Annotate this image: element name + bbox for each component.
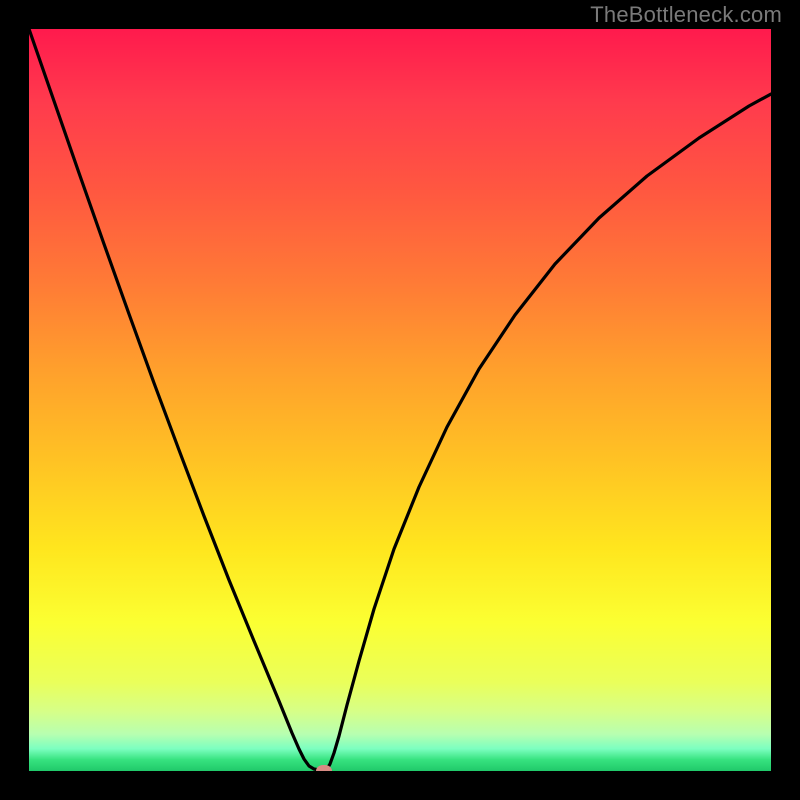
curve-svg (29, 29, 771, 771)
chart-frame: TheBottleneck.com (0, 0, 800, 800)
bottleneck-curve (29, 29, 771, 771)
plot-area (29, 29, 771, 771)
optimal-point-marker (316, 765, 332, 771)
watermark-text: TheBottleneck.com (590, 2, 782, 28)
